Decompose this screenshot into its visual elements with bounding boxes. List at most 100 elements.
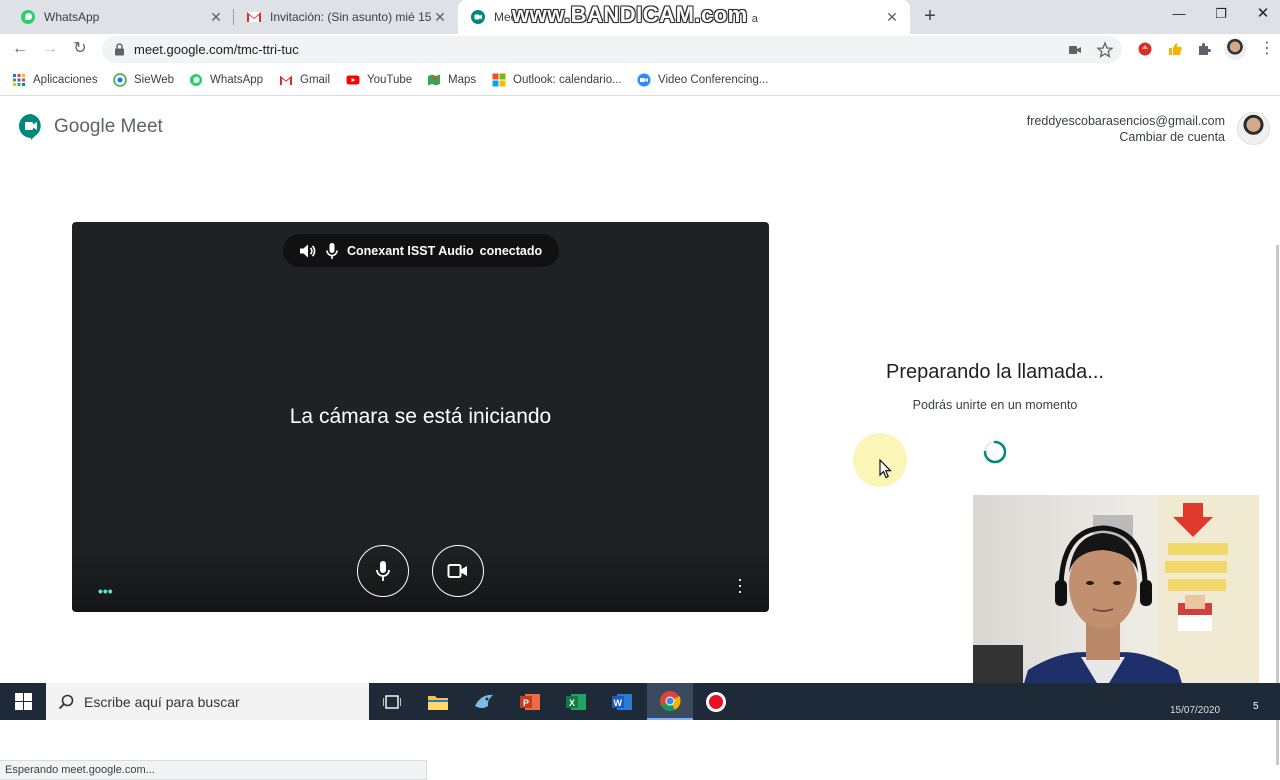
back-button[interactable]: ← xyxy=(9,38,31,60)
tab-title: WhatsApp xyxy=(44,10,100,24)
folder-icon xyxy=(428,695,448,710)
account-avatar[interactable] xyxy=(1237,112,1270,145)
camera-starting-message: La cámara se está iniciando xyxy=(289,405,552,428)
close-tab-icon[interactable]: ✕ xyxy=(208,9,224,26)
taskbar-excel[interactable]: X xyxy=(553,683,599,720)
extensions-puzzle-icon[interactable] xyxy=(1196,40,1214,58)
microphone-icon xyxy=(326,242,338,259)
loading-spinner-icon xyxy=(983,440,1007,464)
new-tab-button[interactable]: + xyxy=(918,5,942,29)
bookmark-label: YouTube xyxy=(367,74,413,86)
taskbar-search-box[interactable]: Escribe aquí para buscar xyxy=(46,683,369,720)
watermark-tail-text: a xyxy=(751,13,759,25)
maps-icon xyxy=(428,74,440,86)
bookmark-label: WhatsApp xyxy=(210,74,264,86)
bookmark-whatsapp[interactable]: WhatsApp xyxy=(189,71,263,89)
bookmark-sieweb[interactable]: SieWeb xyxy=(113,71,174,89)
start-button[interactable] xyxy=(0,683,46,720)
speaker-icon xyxy=(300,244,316,257)
taskbar-bandicam[interactable] xyxy=(693,683,739,720)
chrome-menu-button[interactable]: ⋮ xyxy=(1256,38,1278,60)
bookmark-label: Gmail xyxy=(300,74,331,86)
meet-logo-icon xyxy=(19,114,41,140)
bookmark-label: Outlook: calendario... xyxy=(513,74,622,86)
svg-text:P: P xyxy=(523,698,529,708)
taskbar-app-bird[interactable] xyxy=(461,683,507,720)
windows-taskbar: Escribe aquí para buscar P X W 15/07/202… xyxy=(0,683,1280,720)
bookmark-outlook-calendar[interactable]: Outlook: calendario... xyxy=(492,71,622,89)
whatsapp-icon xyxy=(190,74,202,86)
taskbar-powerpoint[interactable]: P xyxy=(507,683,553,720)
preparing-panel: Preparando la llamada... Podrás unirte e… xyxy=(870,361,1120,412)
windows-logo-icon xyxy=(14,693,32,710)
microsoft-icon xyxy=(492,73,506,87)
audio-device-name: Conexant ISST Audio xyxy=(347,243,474,258)
bookmarks-bar: Aplicaciones SieWeb WhatsApp Gmail YouTu… xyxy=(0,64,1280,96)
task-view-icon xyxy=(383,694,401,709)
bookmark-label: Maps xyxy=(448,74,477,86)
bookmark-maps[interactable]: Maps xyxy=(427,71,476,89)
tab-gmail-invitation[interactable]: Invitación: (Sin asunto) mié 15 de ✕ xyxy=(234,0,458,34)
notification-count-badge[interactable]: 5 xyxy=(1253,701,1259,712)
taskbar-file-explorer[interactable] xyxy=(415,683,461,720)
toggle-microphone-button[interactable] xyxy=(357,545,409,597)
extension-thumbs-up-icon[interactable] xyxy=(1166,40,1184,58)
video-camera-icon xyxy=(447,564,467,578)
profile-avatar[interactable] xyxy=(1224,38,1246,60)
task-view-button[interactable] xyxy=(369,683,415,720)
zoom-icon xyxy=(637,73,651,87)
minimize-button[interactable]: — xyxy=(1156,0,1202,30)
google-meet-logo[interactable]: Google Meet xyxy=(18,113,163,141)
app-bird-icon xyxy=(475,694,493,708)
toggle-camera-button[interactable] xyxy=(432,545,484,597)
apps-grid-icon xyxy=(13,74,25,86)
preparing-title: Preparando la llamada... xyxy=(886,361,1104,383)
more-effects-icon[interactable]: ••• xyxy=(98,583,113,599)
chrome-icon xyxy=(660,690,681,711)
watermark-text: www.BANDICAM.com xyxy=(512,2,748,27)
bookmark-gmail[interactable]: Gmail xyxy=(279,71,330,89)
meet-icon xyxy=(471,10,485,24)
more-options-icon[interactable]: · · · xyxy=(737,570,743,600)
url-text: meet.google.com/tmc-ttri-tuc xyxy=(134,42,299,57)
close-tab-icon[interactable]: ✕ xyxy=(432,9,448,26)
close-tab-icon[interactable]: ✕ xyxy=(884,9,900,26)
svg-text:W: W xyxy=(614,698,623,708)
bookmark-label: Aplicaciones xyxy=(33,74,98,86)
reload-button[interactable]: ↻ xyxy=(69,38,91,60)
camera-in-use-icon[interactable] xyxy=(1066,41,1084,59)
taskbar-word[interactable]: W xyxy=(599,683,645,720)
audio-device-status: conectado xyxy=(479,243,543,258)
address-bar[interactable]: meet.google.com/tmc-ttri-tuc xyxy=(102,36,1122,63)
meet-page: Google Meet freddyescobarasencios@gmail.… xyxy=(0,97,1280,780)
account-email: freddyescobarasencios@gmail.com xyxy=(1026,114,1225,128)
gmail-icon xyxy=(280,75,292,85)
taskbar-chrome[interactable] xyxy=(647,683,693,720)
bookmark-star-icon[interactable] xyxy=(1096,41,1114,59)
sieweb-icon xyxy=(113,73,127,87)
bandicam-watermark: www.BANDICAM.com a xyxy=(512,2,758,28)
whatsapp-icon xyxy=(21,10,35,24)
bookmark-apps[interactable]: Aplicaciones xyxy=(12,71,98,89)
search-icon xyxy=(58,694,74,709)
audio-device-pill[interactable]: Conexant ISST Audio conectado xyxy=(283,234,559,267)
bookmark-video-conferencing[interactable]: Video Conferencing... xyxy=(637,71,768,89)
taskbar-clock-date: 15/07/2020 xyxy=(1170,705,1221,716)
forward-button[interactable]: → xyxy=(39,38,61,60)
youtube-icon xyxy=(346,75,360,85)
browser-status-bar: Esperando meet.google.com... xyxy=(0,760,427,780)
gmail-icon xyxy=(247,12,261,22)
extension-red-icon[interactable] xyxy=(1136,40,1154,58)
tab-whatsapp[interactable]: WhatsApp ✕ xyxy=(8,0,234,34)
close-window-button[interactable]: ✕ xyxy=(1240,0,1280,30)
svg-text:X: X xyxy=(569,698,575,708)
tab-strip: WhatsApp ✕ Invitación: (Sin asunto) mié … xyxy=(0,0,1280,34)
lock-icon xyxy=(115,43,124,56)
switch-account-link[interactable]: Cambiar de cuenta xyxy=(1027,129,1225,145)
video-bottom-gradient xyxy=(72,542,769,612)
bookmark-label: SieWeb xyxy=(134,74,175,86)
maximize-button[interactable]: ❐ xyxy=(1198,0,1244,30)
browser-toolbar: ← → ↻ meet.google.com/tmc-ttri-tuc ⋮ xyxy=(0,34,1280,64)
bookmark-youtube[interactable]: YouTube xyxy=(346,71,412,89)
word-icon: W xyxy=(612,693,632,710)
